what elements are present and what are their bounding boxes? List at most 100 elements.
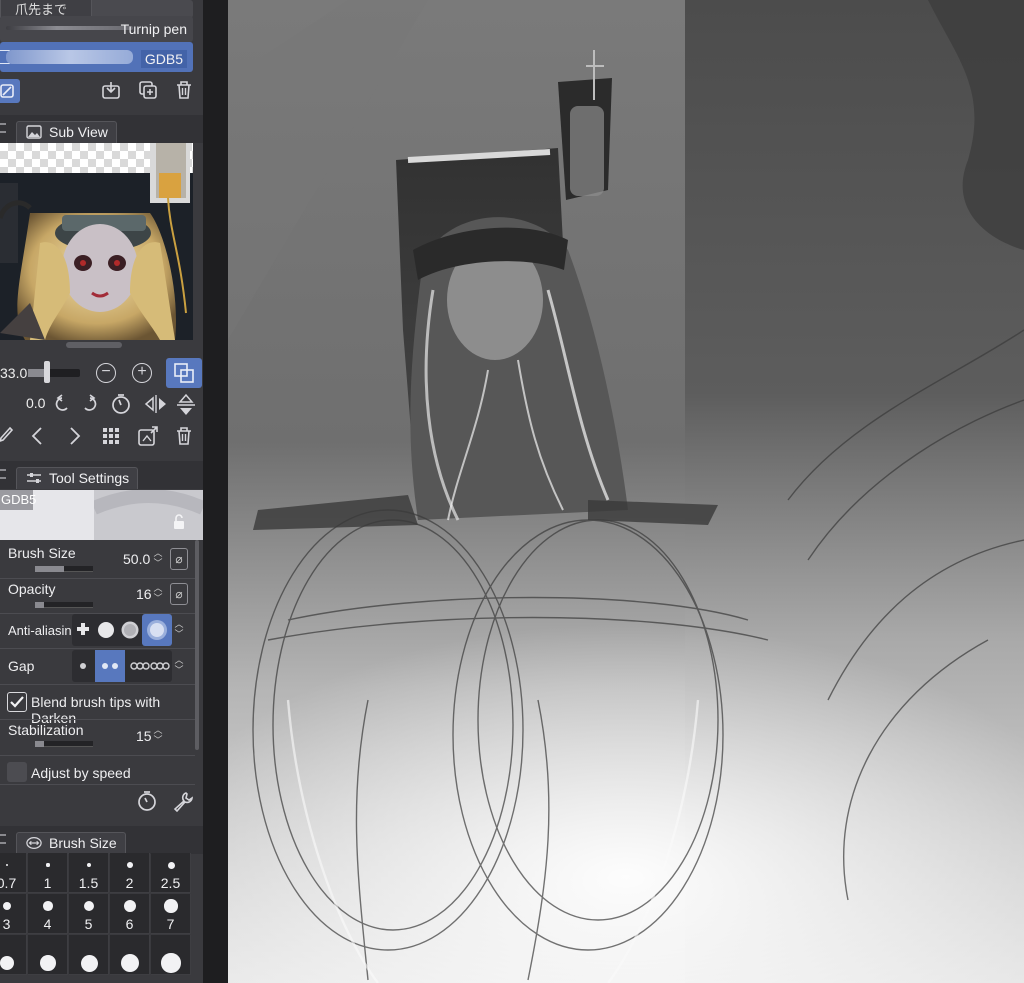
brush-size-dot [167,861,175,869]
gap-option-standard[interactable] [95,650,125,682]
stabilization-slider[interactable] [35,741,93,747]
tab-label: Sub View [49,124,108,140]
brush-size-preset[interactable]: 0.7 [0,853,27,893]
brush-size-preset[interactable] [69,935,109,975]
adjust-by-speed-checkbox[interactable] [7,762,27,782]
zoom-slider[interactable] [28,369,80,377]
tab-tool-settings[interactable]: Tool Settings [16,467,139,489]
fit-to-view-button[interactable] [166,358,202,388]
flip-horizontal-icon[interactable] [144,394,168,414]
brush-size-preset-label: 7 [166,916,175,932]
tool-settings-header: Tool Settings [0,461,203,489]
image-icon [26,125,42,139]
rotate-right-icon[interactable] [80,394,100,414]
trash-icon[interactable] [175,426,193,446]
rotate-left-icon[interactable] [52,394,72,414]
brush-size-preset[interactable] [151,935,191,975]
brush-size-dot [161,953,181,973]
brush-tip-preview [91,489,203,540]
brush-item-label: Turnip pen [120,21,187,37]
grip-icon[interactable] [0,123,6,133]
chevron-left-icon[interactable] [30,426,44,446]
import-image-icon[interactable] [137,425,159,447]
opacity-value[interactable]: 16 [136,586,152,602]
brush-size-dot [0,955,15,971]
zoom-in-button[interactable]: + [132,363,152,383]
fit-icon [174,363,194,383]
gap-label: Gap [8,658,35,674]
blend-darken-checkbox[interactable] [7,692,27,712]
opacity-stepper[interactable]: ︿ ﹀ [153,583,163,605]
tab-brush-size[interactable]: Brush Size [16,832,126,854]
brush-size-preset[interactable]: 1 [28,853,68,893]
gap-stepper[interactable]: ︿ ﹀ [174,655,184,677]
brush-size-preset[interactable]: 2.5 [151,853,191,893]
tab-sub-view[interactable]: Sub View [16,121,117,143]
brush-size-preset[interactable]: 6 [110,894,150,934]
grid-icon[interactable] [102,427,120,445]
zoom-value[interactable]: 33.0 [0,365,27,381]
import-brush-icon[interactable] [100,79,122,101]
brush-size-preset[interactable]: 2 [110,853,150,893]
opacity-slider[interactable] [35,602,93,608]
brush-size-dot [6,864,8,866]
brush-size-preset[interactable] [110,935,150,975]
brush-size-dot [40,955,56,971]
anti-aliasing-option-strong[interactable] [142,614,172,646]
brush-size-dot [127,862,133,868]
chevron-right-icon[interactable] [68,426,82,446]
brush-size-stepper[interactable]: ︿ ﹀ [153,548,163,570]
brush-settings-icon[interactable] [0,79,20,103]
pressure-settings-button[interactable]: ⌀ [170,548,188,570]
brush-size-preset[interactable]: 4 [28,894,68,934]
tab-label: Tool Settings [49,470,130,486]
subview-thumbnail[interactable] [0,143,193,340]
brush-size-preset-label: 0.7 [0,875,17,891]
brush-item-turnip-pen[interactable]: Turnip pen [0,16,193,42]
subview-scrollbar[interactable] [66,342,122,348]
brush-size-preset-label: 2 [125,875,134,891]
brush-size-preset-label: 5 [84,916,93,932]
brush-size-preset[interactable]: 3 [0,894,27,934]
brush-size-preset[interactable] [28,935,68,975]
zoom-slider-handle[interactable] [44,361,50,383]
brush-size-slider[interactable] [35,566,93,572]
stabilization-stepper[interactable]: ︿ ﹀ [153,725,163,747]
stopwatch-icon[interactable] [136,790,158,812]
flip-vertical-icon[interactable] [176,393,196,417]
zoom-row: 33.0 − + [0,356,203,388]
brush-item-label: GDB5 [140,50,187,68]
brush-size-preset-label: 6 [125,916,134,932]
rotation-value[interactable]: 0.0 [26,395,45,411]
wrench-icon[interactable] [172,790,194,812]
brush-size-preset[interactable]: 1.5 [69,853,109,893]
brush-size-preset[interactable] [0,935,27,975]
pressure-settings-button[interactable]: ⌀ [170,583,188,605]
anti-aliasing-stepper[interactable]: ︿ ﹀ [174,619,184,641]
grip-icon[interactable] [0,834,6,844]
brush-size-dot [2,901,12,911]
brush-toolbar [0,74,203,106]
brush-size-preset[interactable]: 7 [151,894,191,934]
brush-size-dot [46,863,50,867]
brush-size-preset[interactable]: 5 [69,894,109,934]
panel-scrollbar[interactable] [195,540,199,750]
drawing-canvas[interactable] [228,0,1024,983]
grip-icon[interactable] [0,469,6,479]
lock-icon[interactable] [172,514,186,530]
brush-size-value[interactable]: 50.0 [123,551,150,567]
brush-size-dot [43,901,53,911]
trash-icon[interactable] [173,79,195,101]
brush-size-grid: 0.7 1 1.5 2 2.5 3 4 5 6 7 [0,853,203,983]
duplicate-brush-icon[interactable] [137,79,159,101]
brush-size-dot [124,900,136,912]
zoom-out-button[interactable]: − [96,363,116,383]
eyedropper-icon[interactable] [0,426,14,446]
brush-size-dot [83,900,95,912]
reset-rotation-icon[interactable] [110,393,132,415]
stabilization-setting: Stabilization 15 ︿ ﹀ [0,719,195,755]
panel-divider[interactable] [203,0,228,983]
stabilization-value[interactable]: 15 [136,728,152,744]
brush-item-gdb5[interactable]: GDB5 [0,42,193,72]
tab-label: Brush Size [49,835,117,851]
